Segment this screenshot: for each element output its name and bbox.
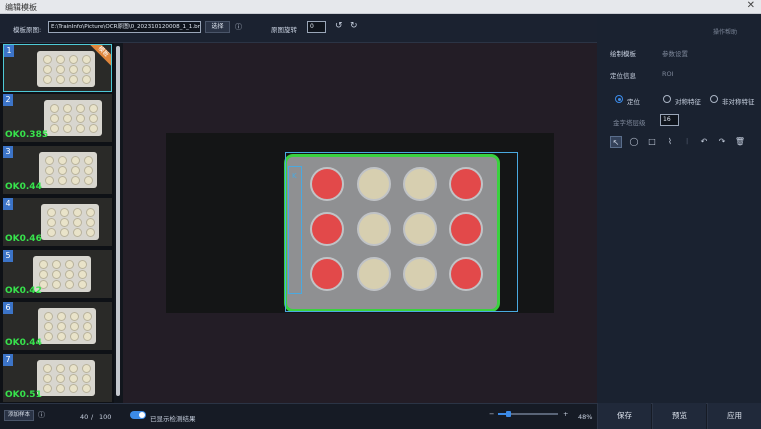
add-sample-button[interactable]: 添加样本	[4, 410, 34, 421]
rotate-left-icon[interactable]: ↺	[335, 22, 343, 31]
close-icon[interactable]: ✕	[747, 0, 755, 11]
redo-icon[interactable]: ↷	[716, 136, 728, 148]
window-title: 编辑模板	[5, 3, 37, 12]
zoom-percent: 48%	[578, 413, 593, 421]
radio-symmetric[interactable]	[663, 95, 671, 103]
preview-button[interactable]: 预览	[652, 403, 706, 429]
thumbnail-index: 6	[3, 302, 13, 314]
thumbnail-image	[39, 152, 97, 188]
rotate-right-icon[interactable]: ↻	[350, 22, 358, 31]
thumbnail-index: 1	[4, 45, 14, 57]
apply-button[interactable]: 应用	[707, 403, 761, 429]
tab-draw-template[interactable]: 绘制模板	[610, 48, 636, 58]
help-link[interactable]: 操作帮助	[713, 27, 737, 36]
thumbnail-item[interactable]: 7 OK0.51	[3, 354, 112, 402]
show-box-toggle[interactable]	[130, 411, 146, 419]
thumbnail-score: OK0.51	[5, 390, 42, 400]
thumbnail-image	[37, 51, 95, 87]
polygon-tool-icon[interactable]: ⌇	[664, 136, 676, 148]
thumbnail-score: OK0.44	[5, 182, 42, 192]
show-box-label: 已显示检测结果	[150, 415, 196, 423]
thumbnail-score: OK0.46	[5, 234, 42, 244]
delete-icon[interactable]: 🗑	[734, 136, 746, 148]
rotate-label: 原图旋转	[271, 26, 297, 34]
radio-symmetric-label: 对称特征	[675, 98, 701, 106]
undo-icon[interactable]: ↶	[698, 136, 710, 148]
rotate-input[interactable]: 0	[307, 21, 326, 33]
radio-locate-label: 定位	[627, 98, 640, 106]
help-icon[interactable]: ⓘ	[235, 23, 242, 32]
thumbnail-image	[38, 308, 96, 344]
title-bar: 编辑模板 ✕	[0, 0, 761, 14]
thumbnail-item[interactable]: 1 模板	[3, 44, 112, 92]
thumbnail-index: 4	[3, 198, 13, 210]
thumbnail-item[interactable]: 6 OK0.44	[3, 302, 112, 350]
select-button[interactable]: 选择	[205, 21, 230, 33]
thumbnail-image	[44, 100, 102, 136]
pyramid-input[interactable]: 16	[660, 114, 679, 126]
ellipse-tool-icon[interactable]: ◯	[628, 136, 640, 148]
page-current: 40	[80, 413, 89, 421]
thumbnail-image	[41, 204, 99, 240]
thumbnail-list: 1 模板 2 OK0.385 3 OK0.44 4 OK0.46 5 OK0.4…	[0, 43, 114, 403]
tab-params[interactable]: 参数设置	[662, 48, 688, 58]
template-image-label: 模板原图:	[13, 26, 42, 34]
thumbnail-index: 2	[3, 94, 13, 106]
tab-roi[interactable]: ROI	[662, 70, 674, 78]
thumbnail-item[interactable]: 4 OK0.46	[3, 198, 112, 246]
template-path-field[interactable]: E:\TrainInfo\Picture\OCR原图\0_20231012000…	[48, 21, 201, 33]
tool-divider: |	[686, 137, 689, 145]
thumbnail-score: OK0.385	[5, 130, 49, 140]
thumbnail-item[interactable]: 5 OK0.42	[3, 250, 112, 298]
save-button[interactable]: 保存	[597, 403, 651, 429]
zoom-out-button[interactable]: −	[489, 410, 494, 418]
thumbnail-index: 7	[3, 354, 13, 366]
page-separator: /	[91, 413, 94, 421]
locate-box[interactable]	[288, 166, 302, 294]
roi-label: K	[292, 172, 297, 180]
thumbnail-score: OK0.42	[5, 286, 42, 296]
tab-locate-info[interactable]: 定位信息	[610, 70, 636, 80]
rect-tool-icon[interactable]: □	[646, 136, 658, 148]
pointer-tool-icon[interactable]: ↖	[610, 136, 622, 148]
thumbnail-item[interactable]: 2 OK0.385	[3, 94, 112, 142]
radio-locate[interactable]	[615, 95, 623, 103]
thumbnail-image	[37, 360, 95, 396]
thumbnail-item[interactable]: 3 OK0.44	[3, 146, 112, 194]
zoom-slider[interactable]	[498, 411, 558, 417]
radio-asymmetric[interactable]	[710, 95, 718, 103]
thumbnail-index: 3	[3, 146, 13, 158]
thumbnail-score: OK0.44	[5, 338, 42, 348]
pyramid-label: 金字塔层级	[613, 119, 646, 127]
scrollbar-thumb[interactable]	[116, 46, 120, 396]
zoom-in-button[interactable]: +	[563, 410, 568, 418]
page-total: 100	[99, 413, 112, 421]
roi-box[interactable]	[285, 152, 518, 312]
radio-asymmetric-label: 非对称特征	[722, 98, 755, 106]
info-icon[interactable]: ⓘ	[38, 411, 45, 420]
thumbnail-index: 5	[3, 250, 13, 262]
